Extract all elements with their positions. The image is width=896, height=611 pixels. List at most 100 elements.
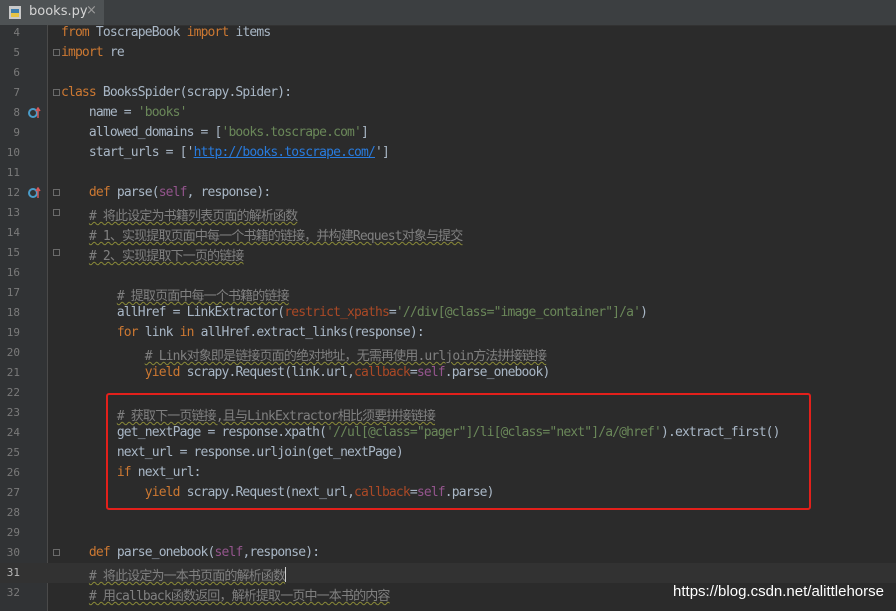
code-token: # 将此设定为书籍列表页面的解析函数 — [88, 209, 298, 224]
line-number: 22 — [6, 386, 20, 399]
line-number: 12 — [6, 186, 20, 199]
code-text: def parse_onebook(self,response): — [61, 545, 320, 560]
line-number: 10 — [6, 146, 20, 159]
code-text: # 1、实现提取页面中每一个书籍的链接，并构建Request对象与提交 — [61, 225, 463, 244]
code-token: re — [102, 45, 125, 60]
code-token: ' — [186, 145, 195, 160]
line-number: 17 — [6, 286, 20, 299]
code-token: name = — [61, 105, 138, 120]
code-token: allHref.extract_links(response): — [193, 325, 425, 340]
code-token: , response): — [186, 185, 272, 200]
line-number: 23 — [6, 406, 20, 419]
code-line[interactable]: 18 allHref = LinkExtractor(restrict_xpat… — [0, 303, 896, 323]
line-number: 15 — [6, 246, 20, 259]
fold-marker-icon[interactable] — [53, 209, 60, 216]
code-line[interactable]: 21 yield scrapy.Request(link.url,callbac… — [0, 363, 896, 383]
override-method-icon[interactable] — [28, 187, 42, 199]
line-number: 9 — [13, 126, 20, 139]
line-number: 24 — [6, 426, 20, 439]
code-text: # 将此设定为书籍列表页面的解析函数 — [61, 205, 298, 224]
code-line[interactable]: 9 allowed_domains = ['books.toscrape.com… — [0, 123, 896, 143]
code-token: http://books.toscrape.com/ — [193, 145, 376, 160]
code-text: class BooksSpider(scrapy.Spider): — [61, 85, 292, 100]
code-token: 'books' — [137, 105, 188, 120]
line-number: 16 — [6, 266, 20, 279]
code-line[interactable]: 6 — [0, 63, 896, 83]
code-line[interactable]: 12 def parse(self, response): — [0, 183, 896, 203]
line-number: 8 — [13, 106, 20, 119]
code-line[interactable]: 8 name = 'books' — [0, 103, 896, 123]
code-text: allowed_domains = ['books.toscrape.com'] — [61, 125, 369, 140]
code-line[interactable]: 16 — [0, 263, 896, 283]
fold-marker-icon[interactable] — [53, 49, 60, 56]
line-number: 6 — [13, 66, 20, 79]
line-number: 32 — [6, 586, 20, 599]
code-text: start_urls = ['http://books.toscrape.com… — [61, 145, 390, 160]
line-number: 13 — [6, 206, 20, 219]
code-token: # Link对象即是链接页面的绝对地址，无需再使用.urljoin方法拼接链接 — [144, 349, 547, 364]
code-line[interactable]: 29 — [0, 523, 896, 543]
code-line[interactable]: 19 for link in allHref.extract_links(res… — [0, 323, 896, 343]
highlight-annotation-box — [106, 393, 811, 510]
code-text: # 用callback函数返回，解析提取一页中一本书的内容 — [61, 585, 390, 604]
code-text: from ToscrapeBook import items — [61, 25, 271, 40]
code-text: yield scrapy.Request(link.url,callback=s… — [61, 365, 551, 380]
code-token: restrict_xpaths — [284, 305, 390, 320]
fold-marker-icon[interactable] — [53, 549, 60, 556]
code-token: ) — [640, 305, 648, 320]
code-token: for — [116, 325, 139, 340]
code-line[interactable]: 5 import re — [0, 43, 896, 63]
code-line[interactable]: 4 from ToscrapeBook import items — [0, 23, 896, 43]
tab-books-py[interactable]: books.py × — [0, 0, 104, 25]
line-number: 7 — [13, 86, 20, 99]
code-token: self — [416, 365, 446, 380]
line-number: 18 — [6, 306, 20, 319]
code-line[interactable]: 31 # 将此设定为一本书页面的解析函数 — [0, 563, 896, 584]
tab-label: books.py — [29, 4, 88, 19]
code-token: 'books.toscrape.com' — [221, 125, 362, 140]
code-token: ' — [374, 145, 383, 160]
python-file-icon — [9, 6, 21, 19]
code-token: # 用callback函数返回，解析提取一页中一本书的内容 — [88, 589, 390, 604]
code-text: def parse(self, response): — [61, 185, 272, 200]
code-token: ToscrapeBook — [88, 25, 187, 40]
code-token: ] — [361, 125, 369, 140]
code-line[interactable]: 13 # 将此设定为书籍列表页面的解析函数 — [0, 203, 896, 224]
code-token: parse_onebook( — [109, 545, 216, 560]
line-number: 11 — [6, 166, 20, 179]
code-token: yield — [144, 365, 181, 380]
code-line[interactable]: 20 # Link对象即是链接页面的绝对地址，无需再使用.urljoin方法拼接… — [0, 343, 896, 364]
code-line[interactable]: 15 # 2、实现提取下一页的链接 — [0, 243, 896, 264]
line-number: 21 — [6, 366, 20, 379]
code-text: # 将此设定为一本书页面的解析函数 — [61, 565, 287, 584]
code-token: '//div[@class="image_container"]/a' — [395, 305, 641, 320]
code-line[interactable]: 7 class BooksSpider(scrapy.Spider): — [0, 83, 896, 103]
line-number: 28 — [6, 506, 20, 519]
code-line[interactable]: 17 # 提取页面中每一个书籍的链接 — [0, 283, 896, 304]
fold-marker-icon[interactable] — [53, 89, 60, 96]
code-token: ,response): — [242, 545, 320, 560]
code-token: items — [228, 25, 271, 40]
line-number: 30 — [6, 546, 20, 559]
code-text: # 提取页面中每一个书籍的链接 — [61, 285, 290, 304]
code-token: in — [179, 325, 195, 340]
code-line[interactable]: 11 — [0, 163, 896, 183]
close-tab-icon[interactable]: × — [86, 3, 97, 18]
code-token: = — [409, 365, 418, 380]
code-line[interactable]: 10 start_urls = ['http://books.toscrape.… — [0, 143, 896, 163]
code-line[interactable]: 30 def parse_onebook(self,response): — [0, 543, 896, 563]
code-line[interactable]: 14 # 1、实现提取页面中每一个书籍的链接，并构建Request对象与提交 — [0, 223, 896, 244]
code-token: # 提取页面中每一个书籍的链接 — [116, 289, 290, 304]
fold-marker-icon[interactable] — [53, 189, 60, 196]
fold-marker-icon[interactable] — [53, 249, 60, 256]
code-token: .parse_onebook) — [444, 365, 551, 380]
line-number: 4 — [13, 26, 20, 39]
line-number: 5 — [13, 46, 20, 59]
override-method-icon[interactable] — [28, 107, 42, 119]
code-token: import — [61, 45, 104, 60]
